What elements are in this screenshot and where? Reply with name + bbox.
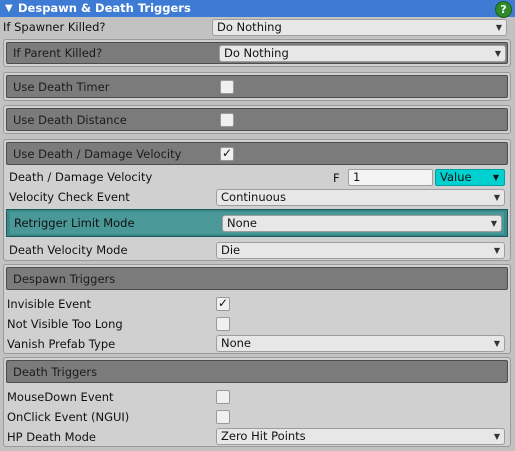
- chevron-down-icon: ▼: [495, 23, 502, 32]
- death-triggers-panel: Death Triggers MouseDown Event OnClick E…: [3, 357, 511, 447]
- use-death-distance-panel: Use Death Distance: [3, 105, 511, 134]
- retrigger-limit-mode-value: None: [227, 216, 258, 230]
- use-death-timer-checkbox[interactable]: [220, 80, 234, 94]
- chevron-down-icon: ▼: [490, 219, 497, 228]
- use-death-timer-panel: Use Death Timer: [3, 72, 511, 101]
- death-damage-velocity-label: Death / Damage Velocity: [9, 170, 153, 184]
- chevron-down-icon: ▼: [494, 49, 501, 58]
- velocity-check-event-label: Velocity Check Event: [9, 190, 130, 204]
- use-death-distance-label: Use Death Distance: [13, 112, 127, 127]
- vanish-prefab-type-value: None: [221, 336, 252, 350]
- death-velocity-mode-value: Die: [221, 243, 241, 257]
- hp-death-mode-label: HP Death Mode: [7, 430, 97, 444]
- despawn-triggers-title: Despawn Triggers: [13, 271, 116, 286]
- hp-death-mode-value: Zero Hit Points: [221, 429, 306, 443]
- chevron-down-icon: ▼: [493, 339, 500, 348]
- death-triggers-header: Death Triggers: [6, 360, 508, 383]
- onclick-event-label: OnClick Event (NGUI): [7, 410, 130, 424]
- death-damage-velocity-input[interactable]: 1: [348, 169, 433, 186]
- use-death-timer-header: Use Death Timer: [6, 75, 508, 98]
- death-damage-velocity-value: 1: [353, 170, 361, 184]
- use-death-velocity-checkbox[interactable]: ✓: [220, 146, 234, 161]
- invisible-event-label: Invisible Event: [7, 297, 92, 311]
- not-visible-too-long-label: Not Visible Too Long: [7, 317, 123, 331]
- if-parent-killed-dropdown[interactable]: Do Nothing ▼: [219, 45, 506, 62]
- checkmark-icon: ✓: [222, 146, 233, 160]
- death-velocity-mode-dropdown[interactable]: Die ▼: [216, 242, 505, 259]
- not-visible-too-long-checkbox[interactable]: [216, 317, 230, 331]
- death-velocity-mode-label: Death Velocity Mode: [9, 243, 128, 257]
- retrigger-limit-mode-dropdown[interactable]: None ▼: [222, 215, 502, 232]
- despawn-triggers-panel: Despawn Triggers Invisible Event ✓ Not V…: [3, 264, 511, 354]
- mousedown-event-checkbox[interactable]: [216, 390, 230, 404]
- death-velocity-panel: Use Death / Damage Velocity ✓ Death / Da…: [3, 139, 511, 261]
- chevron-down-icon: ▼: [493, 193, 500, 202]
- despawn-triggers-header: Despawn Triggers: [6, 267, 508, 290]
- value-mode-label: Value: [440, 170, 472, 184]
- value-mode-dropdown[interactable]: Value ▼: [435, 169, 505, 186]
- chevron-down-icon: ▼: [492, 173, 499, 182]
- invisible-event-checkbox[interactable]: ✓: [216, 296, 230, 311]
- section-title-bar[interactable]: ▼ Despawn & Death Triggers ?: [0, 0, 515, 18]
- checkmark-icon: ✓: [218, 296, 229, 310]
- if-parent-killed-panel: If Parent Killed? Do Nothing ▼: [3, 39, 511, 67]
- velocity-check-event-dropdown[interactable]: Continuous ▼: [216, 189, 505, 206]
- chevron-down-icon: ▼: [493, 246, 500, 255]
- mousedown-event-label: MouseDown Event: [7, 390, 114, 404]
- if-spawner-killed-dropdown[interactable]: Do Nothing ▼: [212, 19, 507, 36]
- help-icon[interactable]: ?: [495, 1, 512, 18]
- retrigger-limit-panel: Retrigger Limit Mode None ▼: [6, 209, 508, 237]
- use-death-velocity-header: Use Death / Damage Velocity: [6, 142, 508, 165]
- section-title: Despawn & Death Triggers: [18, 1, 191, 15]
- chevron-down-icon: ▼: [493, 432, 500, 441]
- death-triggers-title: Death Triggers: [13, 364, 98, 379]
- use-death-timer-label: Use Death Timer: [13, 79, 110, 94]
- use-death-distance-header: Use Death Distance: [6, 108, 508, 131]
- if-spawner-killed-label: If Spawner Killed?: [3, 20, 106, 34]
- vanish-prefab-type-label: Vanish Prefab Type: [7, 337, 116, 351]
- if-parent-killed-value: Do Nothing: [224, 46, 289, 60]
- use-death-distance-checkbox[interactable]: [220, 113, 234, 127]
- foldout-arrow-icon[interactable]: ▼: [5, 0, 13, 17]
- velocity-check-event-value: Continuous: [221, 190, 286, 204]
- retrigger-limit-mode-label: Retrigger Limit Mode: [14, 216, 135, 230]
- use-death-velocity-label: Use Death / Damage Velocity: [13, 146, 182, 161]
- onclick-event-checkbox[interactable]: [216, 410, 230, 424]
- if-spawner-killed-value: Do Nothing: [217, 20, 282, 34]
- if-parent-killed-label: If Parent Killed?: [13, 46, 103, 60]
- float-prefix-label: F: [333, 171, 340, 185]
- vanish-prefab-type-dropdown[interactable]: None ▼: [216, 335, 505, 352]
- hp-death-mode-dropdown[interactable]: Zero Hit Points ▼: [216, 428, 505, 445]
